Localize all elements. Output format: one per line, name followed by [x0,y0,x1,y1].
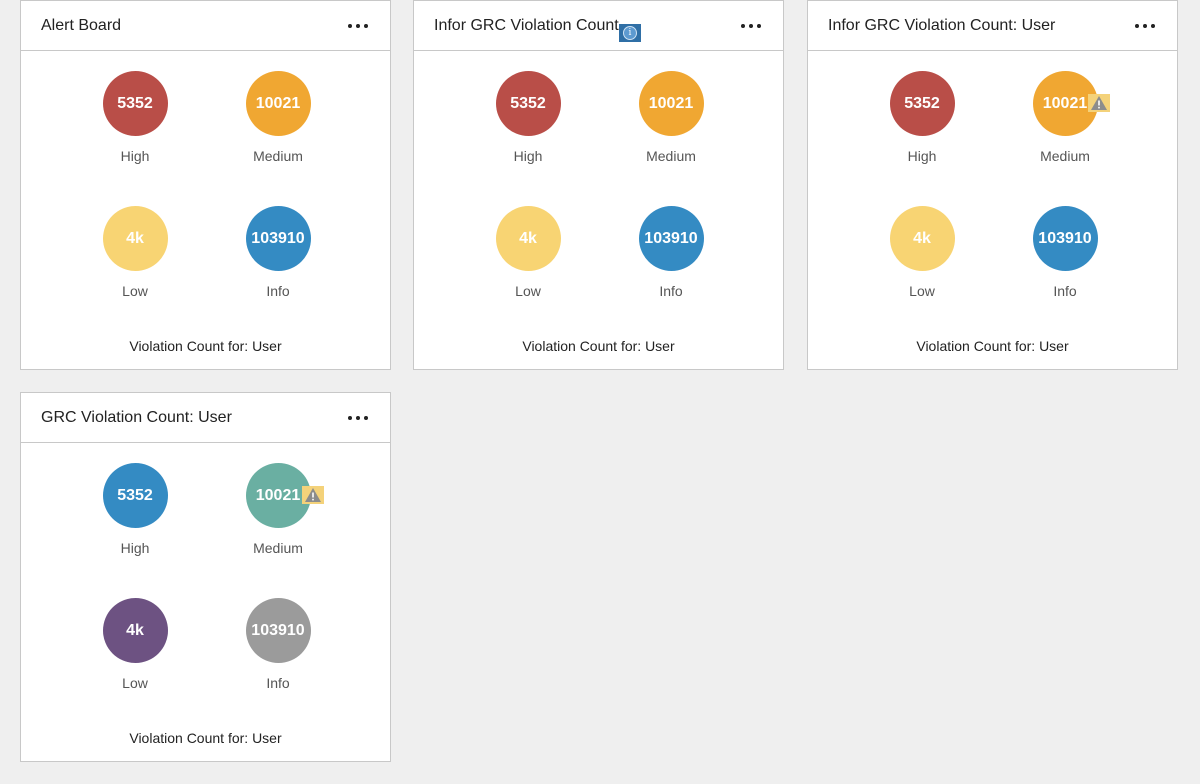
metric-circle: 5352 [102,71,168,136]
metric-label: High [120,148,150,164]
metric-medium[interactable]: 10021 Medium [223,71,333,164]
metric-info[interactable]: 103910 Info [1010,206,1120,299]
metric-circle: 10021 [638,71,704,136]
card-title: GRC Violation Count: User [41,409,232,426]
metric-circle: 103910 [245,598,311,663]
metric-label: High [120,540,150,556]
metric-circle: 10021 [245,463,311,528]
metric-circle: 4k [102,206,168,271]
alert-board-card: Alert Board 5352 High 10021 Medium 4k Lo… [20,0,391,370]
metric-info[interactable]: 103910 Info [616,206,726,299]
more-menu-icon[interactable] [348,409,368,427]
card-title: Alert Board [41,17,122,34]
metric-high[interactable]: 5352 High [80,71,190,164]
infor-grc-violation-count-user-card: Infor GRC Violation Count: User 5352 Hig… [807,0,1178,370]
metric-label: High [513,148,543,164]
metric-medium[interactable]: 10021 Medium [616,71,726,164]
metric-circle: 103910 [1032,206,1098,271]
info-icon[interactable]: i [619,24,641,42]
warning-icon[interactable] [302,486,324,504]
card-footer: Violation Count for: User [916,338,1069,354]
metric-circle: 10021 [245,71,311,136]
metric-circle: 5352 [102,463,168,528]
metric-high[interactable]: 5352 High [867,71,977,164]
metric-label: Low [515,283,541,299]
metric-circle: 4k [889,206,955,271]
warning-icon[interactable] [1088,94,1110,112]
metric-label: High [907,148,937,164]
metric-high[interactable]: 5352 High [80,463,190,556]
metric-circle: 5352 [495,71,561,136]
metric-medium[interactable]: 10021 Medium [223,463,333,556]
metric-info[interactable]: 103910 Info [223,206,333,299]
metric-label: Medium [1040,148,1090,164]
card-header: Infor GRC Violation Count: User [808,1,1177,51]
metric-circle: 103910 [638,206,704,271]
metric-circle: 4k [495,206,561,271]
infor-grc-violation-count-card: Infor GRC Violation Count i 5352 High 10… [413,0,784,370]
more-menu-icon[interactable] [1135,17,1155,35]
card-title: Infor GRC Violation Count [434,17,619,34]
card-footer: Violation Count for: User [129,730,282,746]
card-footer: Violation Count for: User [522,338,675,354]
grc-violation-count-user-card: GRC Violation Count: User 5352 High 1002… [20,392,391,762]
metric-circle: 103910 [245,206,311,271]
metric-label: Info [266,675,290,691]
metric-label: Low [909,283,935,299]
card-header: Infor GRC Violation Count i [414,1,783,51]
card-footer: Violation Count for: User [129,338,282,354]
more-menu-icon[interactable] [741,17,761,35]
card-header: Alert Board [21,1,390,51]
metric-label: Medium [646,148,696,164]
metric-low[interactable]: 4k Low [80,598,190,691]
card-title: Infor GRC Violation Count: User [828,17,1056,34]
metric-label: Info [266,283,290,299]
metric-label: Info [659,283,683,299]
metric-medium[interactable]: 10021 Medium [1010,71,1120,164]
card-header: GRC Violation Count: User [21,393,390,443]
metric-label: Low [122,283,148,299]
metric-low[interactable]: 4k Low [80,206,190,299]
metric-label: Info [1053,283,1077,299]
more-menu-icon[interactable] [348,17,368,35]
metric-label: Low [122,675,148,691]
metric-info[interactable]: 103910 Info [223,598,333,691]
metric-circle: 5352 [889,71,955,136]
metric-label: Medium [253,148,303,164]
metric-circle: 4k [102,598,168,663]
metric-low[interactable]: 4k Low [473,206,583,299]
metric-high[interactable]: 5352 High [473,71,583,164]
metric-low[interactable]: 4k Low [867,206,977,299]
metric-label: Medium [253,540,303,556]
